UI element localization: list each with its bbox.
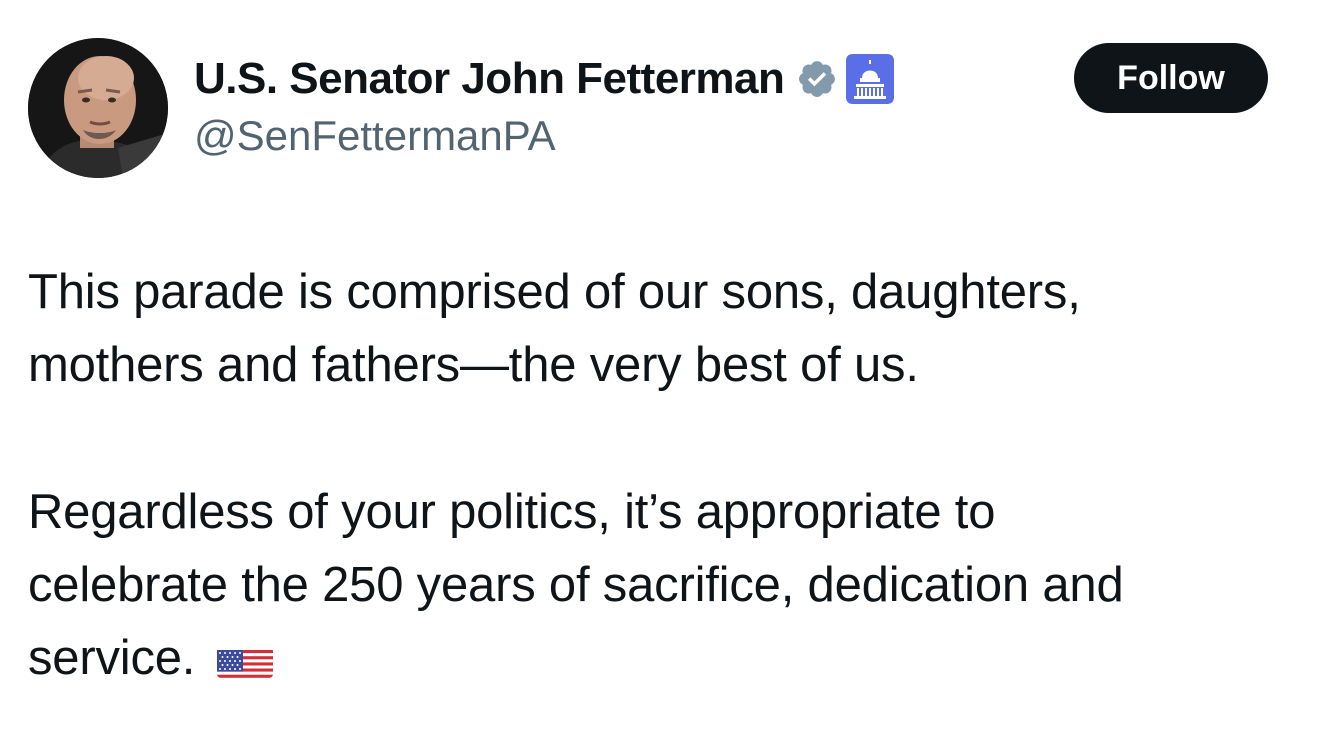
tweet-text-line-last: service. (28, 622, 1288, 695)
tweet-card: U.S. Senator John Fetterman @SenFetterma… (0, 0, 1320, 734)
us-flag-icon (217, 638, 274, 678)
tweet-text-line: This parade is comprised of our sons, da… (28, 265, 1081, 319)
tweet-paragraph-1: This parade is comprised of our sons, da… (28, 256, 1288, 402)
author-handle[interactable]: @SenFettermanPA (194, 112, 556, 160)
tweet-text-fragment: service. (28, 631, 196, 685)
avatar-photo (28, 38, 168, 178)
follow-button[interactable]: Follow (1074, 43, 1268, 113)
avatar[interactable] (28, 38, 168, 178)
author-name-row: U.S. Senator John Fetterman (194, 52, 895, 106)
verified-badge-icon[interactable] (796, 58, 838, 100)
author-display-name[interactable]: U.S. Senator John Fetterman (194, 54, 785, 104)
tweet-text-line: celebrate the 250 years of sacrifice, de… (28, 558, 1124, 612)
tweet-text-line: mothers and fathers—the very best of us. (28, 338, 919, 392)
us-capitol-icon[interactable] (846, 54, 895, 104)
tweet-paragraph-2: Regardless of your politics, it’s approp… (28, 476, 1288, 695)
tweet-text-line: Regardless of your politics, it’s approp… (28, 485, 996, 539)
